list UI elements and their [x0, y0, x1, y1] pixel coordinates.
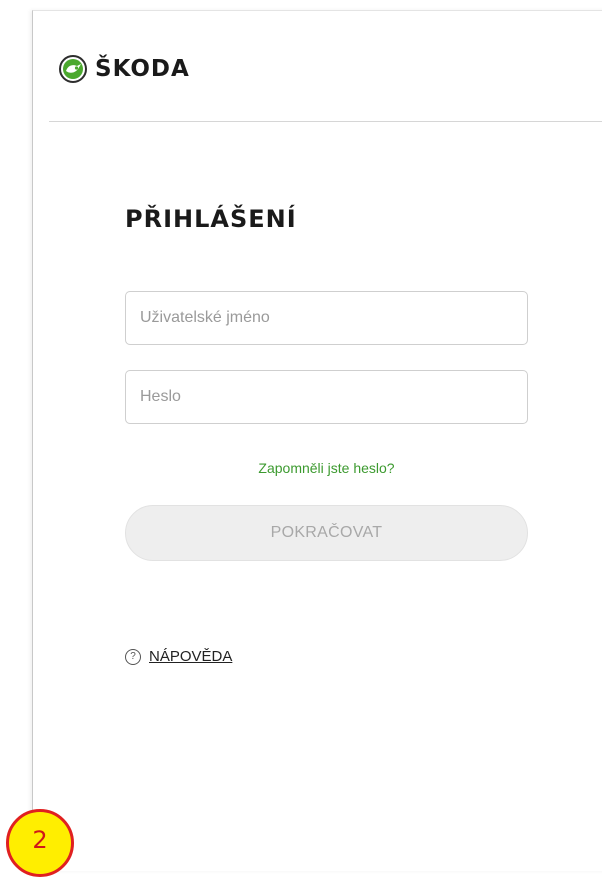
- skoda-arrow-icon: [59, 55, 87, 83]
- help-label: NÁPOVĚDA: [149, 648, 233, 665]
- step-number-badge: 2: [6, 809, 74, 877]
- password-input[interactable]: [125, 370, 528, 424]
- continue-button[interactable]: POKRAČOVAT: [125, 505, 528, 561]
- forgot-password-link[interactable]: Zapomněli jste heslo?: [125, 460, 528, 476]
- brand-logo[interactable]: ŠKODA: [59, 55, 190, 83]
- help-link[interactable]: ? NÁPOVĚDA: [125, 648, 232, 665]
- username-input[interactable]: [125, 291, 528, 345]
- question-circle-icon: ?: [125, 648, 141, 665]
- page-title: PŘIHLÁŠENÍ: [125, 205, 297, 233]
- brand-name: ŠKODA: [95, 56, 190, 82]
- header: ŠKODA: [49, 11, 602, 122]
- login-window: ŠKODA PŘIHLÁŠENÍ Zapomněli jste heslo? P…: [32, 10, 602, 871]
